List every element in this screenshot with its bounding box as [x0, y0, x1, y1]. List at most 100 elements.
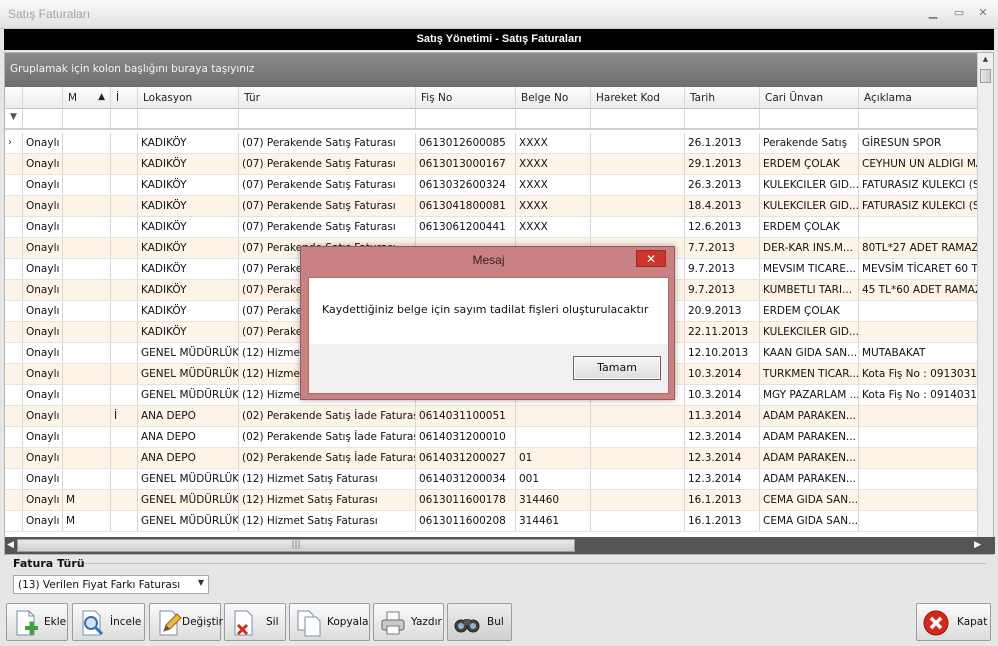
row-indicator[interactable] [5, 406, 23, 426]
cell-hareket-kod[interactable] [591, 133, 685, 153]
cell-status[interactable]: Onaylı [23, 280, 63, 300]
cell-tur[interactable]: (07) Perakende Satış Faturası [239, 217, 416, 237]
cell-fis-no[interactable]: 0613012600085 [416, 133, 516, 153]
cell-hareket-kod[interactable] [591, 490, 685, 510]
cell-m[interactable] [63, 301, 111, 321]
cell-fis-no[interactable]: 0613011600178 [416, 490, 516, 510]
cell-lokasyon[interactable]: ANA DEPO [138, 448, 239, 468]
cell-lokasyon[interactable]: ANA DEPO [138, 427, 239, 447]
cell-i[interactable] [111, 364, 138, 384]
cell-cari-unvan[interactable]: MEVSIM TICARE... [760, 259, 859, 279]
row-indicator[interactable] [5, 196, 23, 216]
cell-m[interactable] [63, 217, 111, 237]
cell-status[interactable]: Onaylı [23, 133, 63, 153]
cell-cari-unvan[interactable]: KUMBETLI TARI... [760, 280, 859, 300]
cell-status[interactable]: Onaylı [23, 385, 63, 405]
cell-i[interactable] [111, 322, 138, 342]
cell-lokasyon[interactable]: GENEL MÜDÜRLÜK [138, 343, 239, 363]
cell-cari-unvan[interactable]: KULEKCILER GID... [760, 175, 859, 195]
cell-belge-no[interactable]: XXXX [516, 196, 591, 216]
cell-m[interactable] [63, 280, 111, 300]
cell-aciklama[interactable] [859, 490, 977, 510]
cell-tarih[interactable]: 11.3.2014 [685, 406, 760, 426]
cell-tarih[interactable]: 10.3.2014 [685, 364, 760, 384]
cell-fis-no[interactable]: 0614031200027 [416, 448, 516, 468]
cell-tur[interactable]: (02) Perakende Satış İade Faturası [239, 448, 416, 468]
cell-hareket-kod[interactable] [591, 175, 685, 195]
group-by-panel[interactable]: Gruplamak için kolon başlığını buraya ta… [5, 53, 977, 87]
cell-aciklama[interactable]: CEYHUN UN ALDIGI MA [859, 154, 977, 174]
filter-cell[interactable] [239, 109, 416, 128]
cell-lokasyon[interactable]: GENEL MÜDÜRLÜK [138, 511, 239, 531]
cell-m[interactable]: M [63, 511, 111, 531]
cell-cari-unvan[interactable]: ERDEM ÇOLAK [760, 154, 859, 174]
filter-cell[interactable] [685, 109, 760, 128]
tamam-button[interactable]: Tamam [573, 356, 661, 380]
cell-belge-no[interactable]: 01 [516, 448, 591, 468]
cell-fis-no[interactable]: 0613011600208 [416, 511, 516, 531]
cell-cari-unvan[interactable]: KULEKCILER GID... [760, 322, 859, 342]
filter-cell[interactable] [23, 109, 63, 128]
cell-status[interactable]: Onaylı [23, 448, 63, 468]
cell-m[interactable]: M [63, 490, 111, 510]
cell-m[interactable] [63, 154, 111, 174]
cell-aciklama[interactable]: MEVSİM TİCARET 60 TL [859, 259, 977, 279]
cell-tur[interactable]: (07) Perakende Satış Faturası [239, 175, 416, 195]
cell-tarih[interactable]: 26.3.2013 [685, 175, 760, 195]
cell-fis-no[interactable]: 0614031200010 [416, 427, 516, 447]
cell-cari-unvan[interactable]: ADAM PARAKEN... [760, 406, 859, 426]
cell-status[interactable]: Onaylı [23, 364, 63, 384]
column-header-lokasyon[interactable]: Lokasyon [138, 87, 239, 108]
close-icon[interactable]: ✕ [975, 5, 991, 21]
cell-belge-no[interactable] [516, 406, 591, 426]
row-indicator[interactable] [5, 511, 23, 531]
cell-status[interactable]: Onaylı [23, 154, 63, 174]
column-header-tur[interactable]: Tür [239, 87, 416, 108]
current-row-icon[interactable]: › [5, 133, 23, 153]
row-indicator[interactable] [5, 259, 23, 279]
incele-button[interactable]: İncele [72, 603, 145, 641]
cell-belge-no[interactable]: 001 [516, 469, 591, 489]
row-indicator[interactable] [5, 280, 23, 300]
filter-cell[interactable] [111, 109, 138, 128]
cell-aciklama[interactable] [859, 427, 977, 447]
cell-fis-no[interactable]: 0613041800081 [416, 196, 516, 216]
cell-lokasyon[interactable]: GENEL MÜDÜRLÜK [138, 469, 239, 489]
filter-cell[interactable] [138, 109, 239, 128]
cell-m[interactable] [63, 238, 111, 258]
cell-aciklama[interactable]: MUTABAKAT [859, 343, 977, 363]
cell-belge-no[interactable]: XXXX [516, 154, 591, 174]
cell-tarih[interactable]: 16.1.2013 [685, 490, 760, 510]
cell-lokasyon[interactable]: KADIKÖY [138, 322, 239, 342]
cell-cari-unvan[interactable]: KULEKCILER GID... [760, 196, 859, 216]
column-header-fis-no[interactable]: Fiş No [416, 87, 516, 108]
cell-lokasyon[interactable]: KADIKÖY [138, 217, 239, 237]
cell-hareket-kod[interactable] [591, 154, 685, 174]
row-indicator[interactable] [5, 448, 23, 468]
cell-status[interactable]: Onaylı [23, 238, 63, 258]
column-header-i[interactable]: İ [111, 87, 138, 108]
cell-cari-unvan[interactable]: MGY PAZARLAM ... [760, 385, 859, 405]
filter-cell[interactable] [416, 109, 516, 128]
cell-cari-unvan[interactable]: TURKMEN TICAR... [760, 364, 859, 384]
chevron-down-icon[interactable]: ▼ [198, 578, 204, 587]
cell-status[interactable]: Onaylı [23, 217, 63, 237]
cell-i[interactable] [111, 196, 138, 216]
cell-status[interactable]: Onaylı [23, 490, 63, 510]
cell-aciklama[interactable]: 45 TL*60 ADET RAMAZA [859, 280, 977, 300]
cell-i[interactable] [111, 301, 138, 321]
cell-cari-unvan[interactable]: DER-KAR INS.M... [760, 238, 859, 258]
filter-cell[interactable] [63, 109, 111, 128]
cell-aciklama[interactable]: Kota Fiş No : 091303120 [859, 364, 977, 384]
table-row[interactable]: Onaylı KADIKÖY(07) Perakende Satış Fatura… [5, 196, 977, 217]
cell-tur[interactable]: (07) Perakende Satış Faturası [239, 154, 416, 174]
cell-aciklama[interactable] [859, 448, 977, 468]
cell-i[interactable] [111, 217, 138, 237]
cell-cari-unvan[interactable]: Perakende Satış [760, 133, 859, 153]
scroll-left-icon[interactable]: ◀ [7, 540, 14, 550]
cell-tur[interactable]: (12) Hizmet Satış Faturası [239, 469, 416, 489]
cell-tarih[interactable]: 16.1.2013 [685, 511, 760, 531]
cell-tarih[interactable]: 20.9.2013 [685, 301, 760, 321]
cell-lokasyon[interactable]: KADIKÖY [138, 154, 239, 174]
cell-tarih[interactable]: 12.10.2013 [685, 343, 760, 363]
